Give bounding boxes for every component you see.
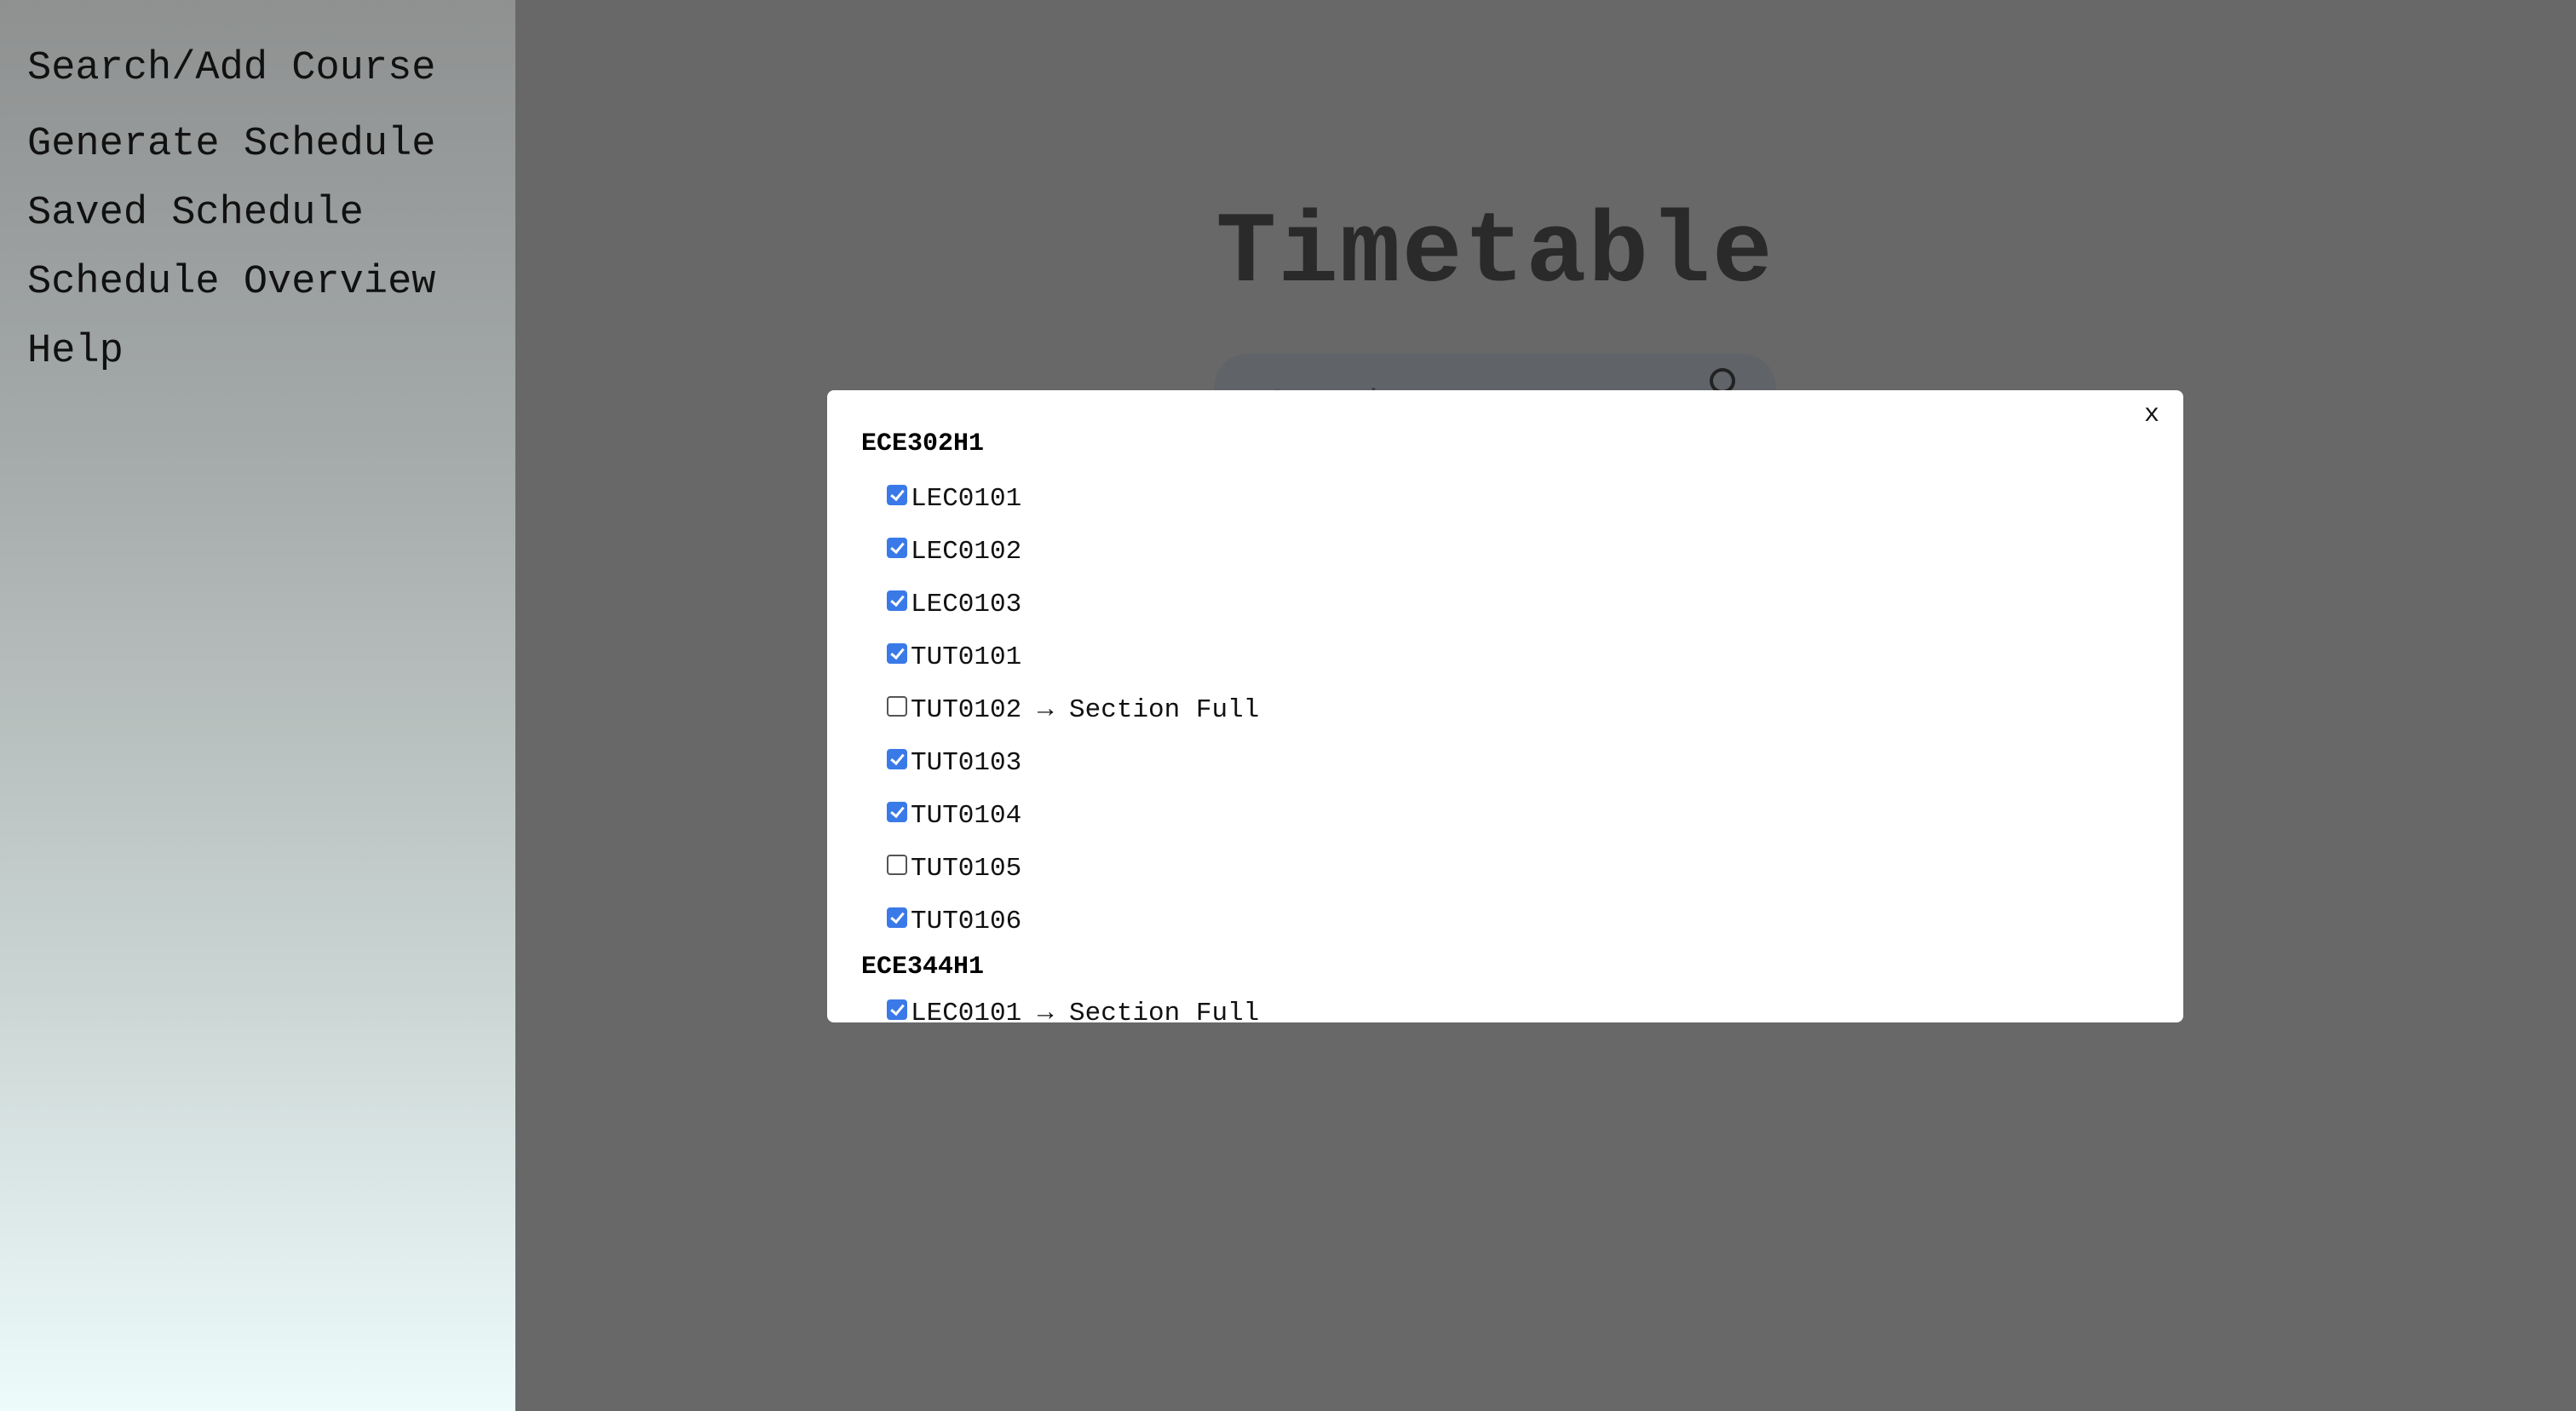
section-row: LEC0102 (887, 525, 2149, 578)
section-checkbox[interactable] (887, 485, 907, 505)
section-checkbox[interactable] (887, 590, 907, 611)
section-label: LEC0103 (911, 589, 1022, 619)
section-row: TUT0104 (887, 789, 2149, 842)
section-label: LEC0101 (911, 483, 1022, 514)
section-row: TUT0103 (887, 736, 2149, 789)
section-label: LEC0102 (911, 536, 1022, 567)
section-checkbox[interactable] (887, 802, 907, 822)
section-checkbox[interactable] (887, 855, 907, 875)
section-row: LEC0101 (887, 472, 2149, 525)
section-row: TUT0106 (887, 895, 2149, 947)
section-label: TUT0102 → Section Full (911, 694, 1260, 725)
section-label: TUT0101 (911, 642, 1022, 672)
section-checkbox[interactable] (887, 696, 907, 717)
section-checkbox[interactable] (887, 643, 907, 664)
sidebar-item-help[interactable]: Help (27, 317, 515, 386)
section-label: TUT0104 (911, 800, 1022, 831)
section-checkbox[interactable] (887, 907, 907, 928)
section-row: LEC0101 → Section Full (887, 987, 2149, 1022)
sidebar-item-search-add-course[interactable]: Search/Add Course (27, 41, 515, 110)
section-row: TUT0102 → Section Full (887, 683, 2149, 736)
section-label: TUT0103 (911, 747, 1022, 778)
page-title: Timetable (1216, 198, 1774, 311)
sidebar-item-generate-schedule[interactable]: Generate Schedule (27, 110, 515, 179)
sidebar-item-saved-schedule[interactable]: Saved Schedule (27, 179, 515, 248)
section-label: LEC0101 → Section Full (911, 998, 1260, 1023)
section-label: TUT0105 (911, 853, 1022, 884)
section-row: TUT0101 (887, 631, 2149, 683)
sidebar: Search/Add Course Generate Schedule Save… (0, 0, 515, 1411)
sidebar-item-schedule-overview[interactable]: Schedule Overview (27, 248, 515, 317)
section-row: LEC0103 (887, 578, 2149, 631)
course-code: ECE302H1 (861, 429, 985, 458)
section-label: TUT0106 (911, 906, 1022, 936)
course-code: ECE344H1 (861, 953, 985, 982)
section-checkbox[interactable] (887, 749, 907, 769)
section-checkbox[interactable] (887, 999, 907, 1020)
section-checkbox[interactable] (887, 538, 907, 558)
section-row: TUT0105 (887, 842, 2149, 895)
modal-content: ECE302H1 LEC0101 LEC0102 LEC0103 TUT0101… (861, 424, 2149, 1022)
section-selection-modal: x ECE302H1 LEC0101 LEC0102 LEC0103 TUT01… (827, 390, 2183, 1022)
